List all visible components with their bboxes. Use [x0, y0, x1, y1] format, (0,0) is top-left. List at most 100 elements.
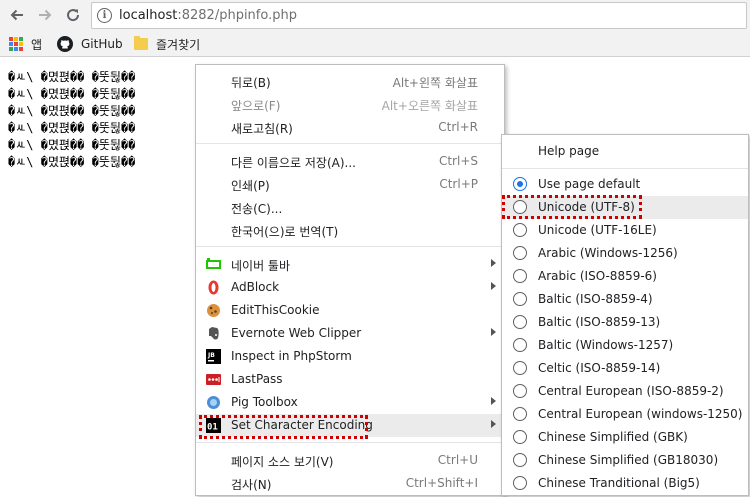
address-bar[interactable]: i localhost:8282/phpinfo.php [91, 2, 747, 29]
radio-icon [513, 315, 527, 329]
submenu-arrow-icon [491, 328, 496, 336]
encoding-option-utf-8[interactable]: Unicode (UTF-8) [502, 195, 748, 219]
menu-item-label: EditThisCookie [231, 303, 320, 317]
menu-item-translate[interactable]: 한국어(으)로 번역(T) [196, 219, 504, 242]
menu-item-adblock[interactable]: AdBlock [196, 276, 504, 299]
menu-item-label: 다른 이름으로 저장(A)... [231, 156, 356, 170]
menu-item-phpstorm[interactable]: JB Inspect in PhpStorm [196, 345, 504, 368]
menu-item-set-character-encoding[interactable]: 01 Set Character Encoding [196, 414, 504, 439]
encoding-option-utf-16le[interactable]: Unicode (UTF-16LE) [502, 219, 748, 242]
encoding-help-page[interactable]: Help page [502, 140, 748, 163]
reload-icon [67, 9, 80, 22]
submenu-item-label: Arabic (ISO-8859-6) [538, 269, 657, 283]
evernote-icon [209, 327, 219, 340]
submenu-item-label: Central European (windows-1250) [538, 407, 743, 421]
cookie-icon [207, 304, 220, 317]
encoding-submenu: Help page Use page default Unicode (UTF-… [501, 134, 749, 496]
encoding-option-arabic-iso-8859-6[interactable]: Arabic (ISO-8859-6) [502, 265, 748, 288]
bookmark-label: 즐겨찾기 [156, 37, 201, 52]
menu-item-forward[interactable]: 앞으로(F) Alt+오른쪽 화살표 [196, 93, 504, 116]
submenu-arrow-icon [491, 420, 496, 428]
submenu-item-label: Chinese Simplified (GB18030) [538, 453, 719, 467]
info-icon[interactable]: i [97, 8, 112, 23]
submenu-arrow-icon [491, 397, 496, 405]
encoding-option-baltic-windows-1257[interactable]: Baltic (Windows-1257) [502, 334, 748, 357]
menu-item-label: 페이지 소스 보기(V) [231, 455, 334, 469]
encoding-option-central-european-iso-8859-2[interactable]: Central European (ISO-8859-2) [502, 380, 748, 403]
submenu-item-label: Help page [538, 144, 600, 158]
encoding-option-chinese-traditional-big5[interactable]: Chinese Tranditional (Big5) [502, 472, 748, 495]
menu-item-cast[interactable]: 전송(C)... [196, 196, 504, 219]
garbled-line: �ㅻ\ �몄펹�� �뚯뒪�� [8, 104, 136, 118]
encoding-option-use-page-default[interactable]: Use page default [502, 173, 748, 196]
menu-item-back[interactable]: 뒤로(B) Alt+왼쪽 화살표 [196, 70, 504, 93]
menu-item-label: Set Character Encoding [231, 418, 373, 432]
reload-button[interactable] [61, 3, 85, 27]
context-menu: 뒤로(B) Alt+왼쪽 화살표 앞으로(F) Alt+오른쪽 화살표 새로고침… [195, 64, 505, 496]
menu-item-shortcut: Ctrl+Shift+I [405, 476, 478, 490]
forward-button[interactable] [33, 3, 57, 27]
encoding-option-celtic-iso-8859-14[interactable]: Celtic (ISO-8859-14) [502, 357, 748, 380]
garbled-line: �ㅻ\ �몄펹�� �뚯뒪�� [8, 70, 136, 84]
lastpass-icon [206, 374, 221, 385]
menu-item-label: 앞으로(F) [231, 99, 281, 113]
menu-item-evernote[interactable]: Evernote Web Clipper [196, 322, 504, 345]
garbled-line: �ㅻ\ �몄펹�� �뚯뒪�� [8, 121, 136, 135]
arrow-right-icon [39, 9, 52, 21]
bookmark-favorites-folder[interactable]: 즐겨찾기 [134, 35, 200, 53]
menu-item-pig-toolbox[interactable]: Pig Toolbox [196, 391, 504, 414]
menu-item-view-source[interactable]: 페이지 소스 보기(V) Ctrl+U [196, 449, 504, 472]
submenu-item-label: Baltic (Windows-1257) [538, 338, 674, 352]
radio-icon [513, 361, 527, 375]
encoding-option-baltic-iso-8859-4[interactable]: Baltic (ISO-8859-4) [502, 288, 748, 311]
radio-icon [513, 269, 527, 283]
url-path: :8282/phpinfo.php [177, 8, 297, 23]
bookmark-label: 앱 [31, 37, 43, 52]
garbled-text-block: �ㅻ\ �몄펹�� �뚯뒪�� �ㅻ\ �몄펹�� �뚯뒪�� �ㅻ\ �몄펹�� … [8, 69, 135, 171]
submenu-item-label: Chinese Tranditional (Big5) [538, 476, 700, 490]
radio-icon [513, 200, 527, 214]
submenu-item-label: Baltic (ISO-8859-4) [538, 292, 653, 306]
menu-item-editthiscookie[interactable]: EditThisCookie [196, 299, 504, 322]
naver-toolbar-icon [206, 258, 221, 269]
menu-item-inspect[interactable]: 검사(N) Ctrl+Shift+I [196, 472, 504, 495]
menu-item-lastpass[interactable]: LastPass [196, 368, 504, 391]
radio-icon [513, 476, 527, 490]
bookmark-apps[interactable]: 앱 [9, 35, 42, 53]
menu-item-save-as[interactable]: 다른 이름으로 저장(A)... Ctrl+S [196, 150, 504, 173]
menu-item-shortcut: Alt+오른쪽 화살표 [381, 99, 478, 113]
radio-icon [513, 430, 527, 444]
submenu-item-label: Use page default [538, 177, 641, 191]
bookmark-github[interactable]: GitHub [57, 35, 123, 53]
encoding-option-central-european-windows-1250[interactable]: Central European (windows-1250) [502, 403, 748, 426]
menu-item-label: AdBlock [231, 280, 280, 294]
encoding-option-chinese-simplified-gbk[interactable]: Chinese Simplified (GBK) [502, 426, 748, 449]
encoding-option-chinese-simplified-gb18030[interactable]: Chinese Simplified (GB18030) [502, 449, 748, 472]
menu-item-shortcut: Ctrl+P [439, 177, 478, 191]
menu-item-reload[interactable]: 새로고침(R) Ctrl+R [196, 116, 504, 139]
url-text[interactable]: localhost:8282/phpinfo.php [119, 8, 297, 23]
encoding-option-baltic-iso-8859-13[interactable]: Baltic (ISO-8859-13) [502, 311, 748, 334]
menu-item-label: 새로고침(R) [231, 122, 293, 136]
radio-icon [513, 223, 527, 237]
menu-item-print[interactable]: 인쇄(P) Ctrl+P [196, 173, 504, 196]
radio-icon [513, 407, 527, 421]
menu-item-label: 전송(C)... [231, 202, 283, 216]
garbled-line: �ㅻ\ �몄펹�� �뚯뒪�� [8, 155, 136, 169]
menu-separator [502, 168, 748, 169]
url-host: localhost [119, 8, 178, 23]
menu-item-label: 네이버 툴바 [231, 259, 291, 273]
radio-icon [513, 338, 527, 352]
encoding-icon: 01 [206, 418, 221, 433]
submenu-item-label: Central European (ISO-8859-2) [538, 384, 724, 398]
menu-separator [196, 246, 504, 247]
menu-item-label: Pig Toolbox [231, 395, 298, 409]
back-button[interactable] [5, 3, 29, 27]
encoding-option-arabic-windows-1256[interactable]: Arabic (Windows-1256) [502, 242, 748, 265]
menu-item-naver-toolbar[interactable]: 네이버 툴바 [196, 253, 504, 276]
menu-item-label: Evernote Web Clipper [231, 326, 362, 340]
submenu-item-label: Baltic (ISO-8859-13) [538, 315, 661, 329]
browser-toolbar: i localhost:8282/phpinfo.php [0, 0, 750, 31]
bookmark-label: GitHub [81, 37, 123, 51]
submenu-arrow-icon [491, 282, 496, 290]
